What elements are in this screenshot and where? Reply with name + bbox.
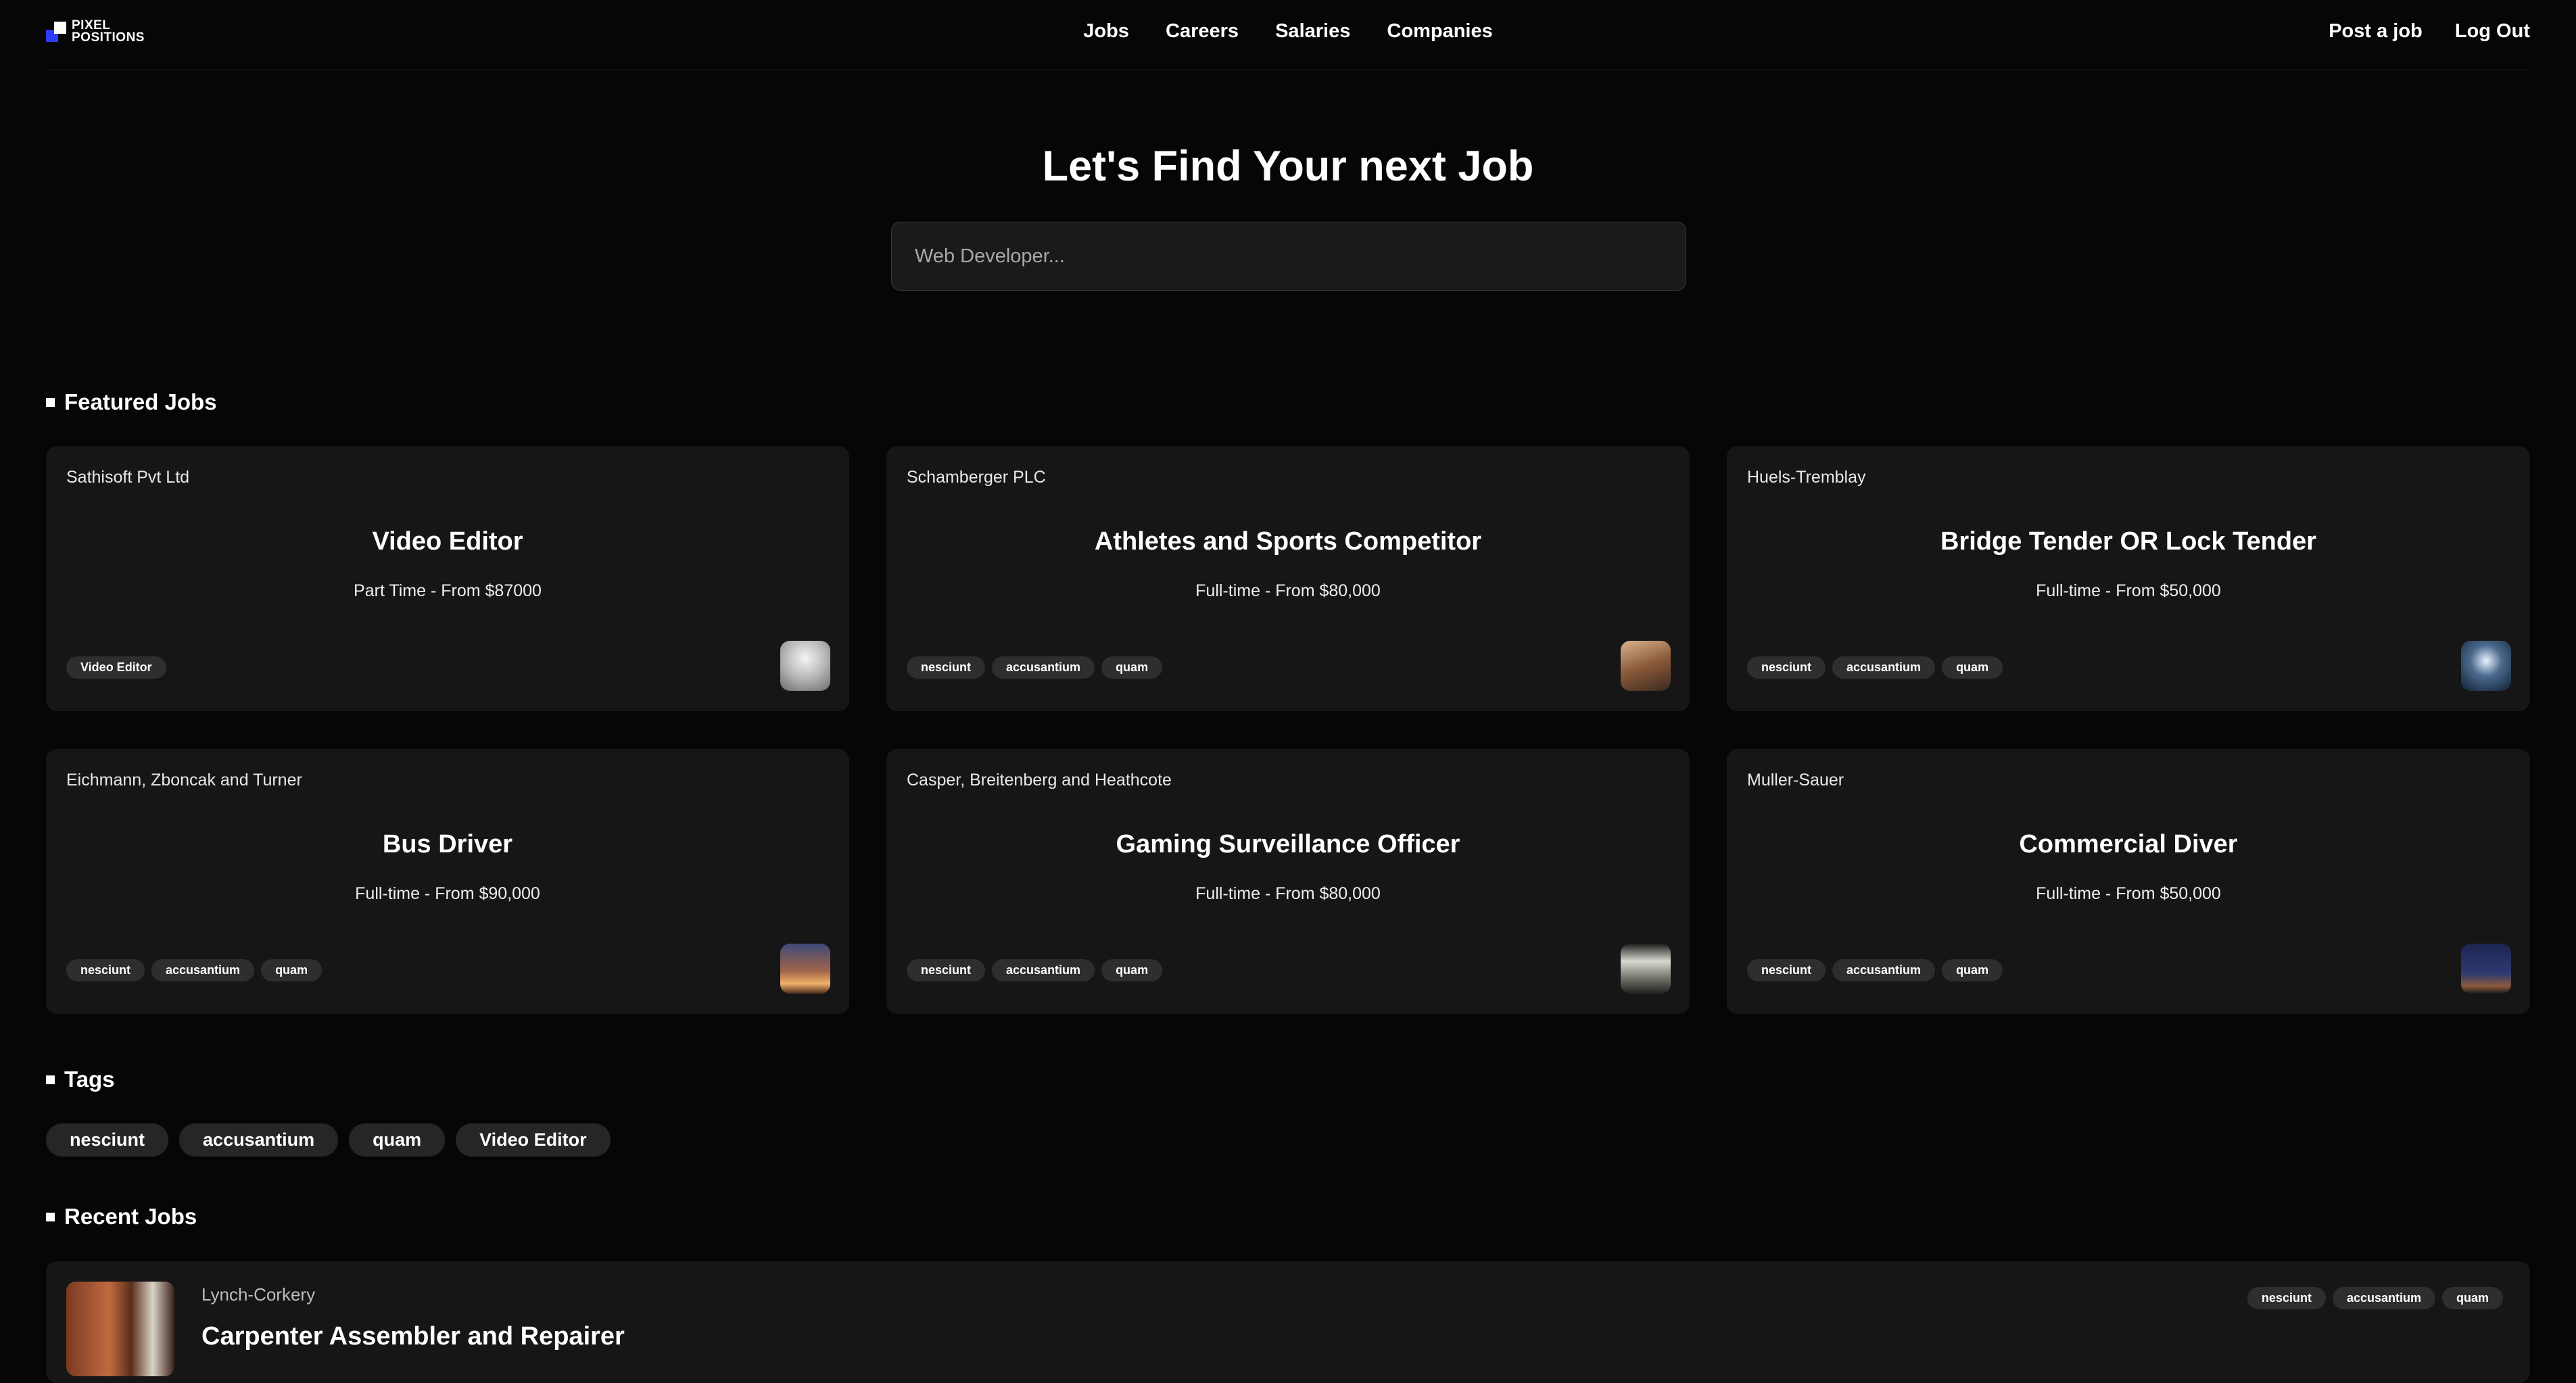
job-company: Lynch-Corkery — [201, 1284, 316, 1305]
recent-jobs-heading: Recent Jobs — [46, 1204, 197, 1230]
job-title[interactable]: Gaming Surveillance Officer — [886, 830, 1690, 859]
job-meta: Full-time - From $80,000 — [1195, 884, 1381, 903]
main-nav: Jobs Careers Salaries Companies — [46, 20, 2530, 43]
tag-pill[interactable]: nesciunt — [1747, 656, 1826, 679]
site-header: PIXEL POSITIONS Jobs Careers Salaries Co… — [46, 0, 2530, 70]
search-input[interactable] — [891, 222, 1686, 291]
job-company: Casper, Breitenberg and Heathcote — [907, 771, 1172, 790]
tag-list: nesciunt accusantium quam Video Editor — [46, 1123, 621, 1157]
tag-link[interactable]: Video Editor — [456, 1123, 611, 1157]
job-meta: Full-time - From $90,000 — [355, 884, 540, 903]
featured-jobs-heading: Featured Jobs — [46, 389, 217, 415]
job-title[interactable]: Video Editor — [46, 527, 849, 556]
job-tags: nesciunt accusantium quam — [907, 959, 1169, 981]
employer-logo — [780, 641, 830, 691]
tag-pill[interactable]: accusantium — [1832, 656, 1936, 679]
job-tags: nesciunt accusantium quam — [2247, 1287, 2510, 1309]
job-company: Schamberger PLC — [907, 468, 1046, 487]
job-card[interactable]: Eichmann, Zboncak and Turner Bus Driver … — [46, 749, 849, 1014]
job-card[interactable]: Sathisoft Pvt Ltd Video Editor Part Time… — [46, 446, 849, 711]
tag-pill[interactable]: nesciunt — [907, 656, 986, 679]
job-company: Eichmann, Zboncak and Turner — [66, 771, 302, 790]
nav-jobs[interactable]: Jobs — [1083, 20, 1129, 42]
tag-pill[interactable]: accusantium — [151, 959, 255, 981]
tag-pill[interactable]: accusantium — [992, 656, 1095, 679]
job-title[interactable]: Commercial Diver — [1727, 830, 2530, 859]
recent-job-card[interactable]: Lynch-Corkery Carpenter Assembler and Re… — [46, 1261, 2530, 1383]
tag-pill[interactable]: nesciunt — [66, 959, 145, 981]
job-card[interactable]: Schamberger PLC Athletes and Sports Comp… — [886, 446, 1690, 711]
job-tags: nesciunt accusantium quam — [907, 656, 1169, 679]
job-tags: nesciunt accusantium quam — [1747, 959, 2009, 981]
job-title[interactable]: Carpenter Assembler and Repairer — [201, 1322, 625, 1351]
employer-logo — [1621, 944, 1671, 994]
job-card[interactable]: Casper, Breitenberg and Heathcote Gaming… — [886, 749, 1690, 1014]
job-meta: Part Time - From $87000 — [354, 581, 542, 600]
tag-link[interactable]: accusantium — [179, 1123, 339, 1157]
page-title: Let's Find Your next Job — [1042, 143, 1534, 190]
post-job-link[interactable]: Post a job — [2329, 20, 2423, 42]
nav-salaries[interactable]: Salaries — [1275, 20, 1350, 42]
logout-link[interactable]: Log Out — [2455, 20, 2530, 42]
tag-pill[interactable]: quam — [2441, 1287, 2503, 1309]
header-actions: Post a job Log Out — [2301, 20, 2530, 43]
nav-careers[interactable]: Careers — [1166, 20, 1239, 42]
tag-pill[interactable]: quam — [1942, 656, 2003, 679]
tag-pill[interactable]: quam — [1101, 656, 1163, 679]
job-title[interactable]: Bus Driver — [46, 830, 849, 859]
tag-link[interactable]: quam — [349, 1123, 446, 1157]
job-card[interactable]: Huels-Tremblay Bridge Tender OR Lock Ten… — [1727, 446, 2530, 711]
nav-companies[interactable]: Companies — [1387, 20, 1492, 42]
job-tags: nesciunt accusantium quam — [1747, 656, 2009, 679]
job-meta: Full-time - From $50,000 — [2036, 884, 2221, 903]
tag-link[interactable]: nesciunt — [46, 1123, 169, 1157]
bullet-icon — [46, 1075, 55, 1084]
tag-pill[interactable]: nesciunt — [907, 959, 986, 981]
job-company: Sathisoft Pvt Ltd — [66, 468, 190, 487]
tag-pill[interactable]: accusantium — [1832, 959, 1936, 981]
bullet-icon — [46, 1212, 55, 1221]
employer-logo — [2461, 641, 2511, 691]
tag-pill[interactable]: nesciunt — [2247, 1287, 2326, 1309]
job-title[interactable]: Athletes and Sports Competitor — [886, 527, 1690, 556]
job-tags: Video Editor — [66, 656, 173, 679]
tags-heading: Tags — [46, 1067, 115, 1092]
job-card[interactable]: Muller-Sauer Commercial Diver Full-time … — [1727, 749, 2530, 1014]
employer-logo — [66, 1282, 174, 1376]
job-title[interactable]: Bridge Tender OR Lock Tender — [1727, 527, 2530, 556]
job-company: Huels-Tremblay — [1747, 468, 1866, 487]
employer-logo — [2461, 944, 2511, 994]
tag-pill[interactable]: nesciunt — [1747, 959, 1826, 981]
tag-pill[interactable]: accusantium — [992, 959, 1095, 981]
employer-logo — [1621, 641, 1671, 691]
job-company: Muller-Sauer — [1747, 771, 1844, 790]
job-meta: Full-time - From $50,000 — [2036, 581, 2221, 600]
employer-logo — [780, 944, 830, 994]
tag-pill[interactable]: accusantium — [2332, 1287, 2435, 1309]
tag-pill[interactable]: quam — [1101, 959, 1163, 981]
bullet-icon — [46, 397, 55, 407]
job-meta: Full-time - From $80,000 — [1195, 581, 1381, 600]
tag-pill[interactable]: Video Editor — [66, 656, 166, 679]
tag-pill[interactable]: quam — [261, 959, 323, 981]
tag-pill[interactable]: quam — [1942, 959, 2003, 981]
job-tags: nesciunt accusantium quam — [66, 959, 329, 981]
